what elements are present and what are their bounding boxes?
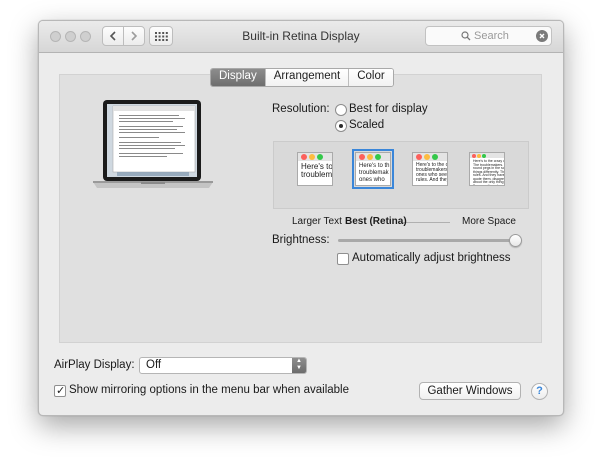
tab-arrangement[interactable]: Arrangement: [265, 69, 350, 86]
scale-option-best-retina[interactable]: Here's to th troublemak ones who: [352, 149, 394, 189]
forward-button[interactable]: [123, 26, 145, 46]
best-for-display-label: Best for display: [349, 103, 428, 115]
scale-option-larger-text[interactable]: Here's to troublem: [297, 152, 333, 186]
airplay-value: Off: [146, 359, 162, 371]
scale-option-more-space[interactable]: Here's to the crazy ones The troublemake…: [469, 152, 505, 186]
help-button[interactable]: ?: [531, 383, 548, 400]
chevron-left-icon: [109, 31, 116, 41]
radio-scaled[interactable]: [335, 120, 347, 132]
mirroring-label: Show mirroring options in the menu bar w…: [69, 384, 349, 396]
clear-search-button[interactable]: [536, 30, 548, 42]
auto-brightness-checkbox[interactable]: [337, 253, 349, 265]
window-title: Built-in Retina Display: [242, 29, 360, 43]
scale-divider: [402, 222, 450, 223]
search-placeholder: Search: [474, 30, 509, 42]
search-icon: [461, 31, 471, 41]
tab-display[interactable]: Display: [211, 69, 266, 86]
best-retina-label: Best (Retina): [345, 216, 407, 227]
clear-icon: [539, 33, 545, 39]
airplay-label: AirPlay Display:: [54, 359, 135, 371]
zoom-window-button[interactable]: [80, 31, 91, 42]
brightness-slider-knob[interactable]: [509, 234, 522, 247]
airplay-select[interactable]: Off ▲ ▼: [139, 357, 307, 374]
preferences-window: Built-in Retina Display Search Display A…: [38, 20, 564, 416]
mirroring-checkbox[interactable]: [54, 384, 66, 397]
gather-windows-button[interactable]: Gather Windows: [419, 382, 521, 400]
brightness-label: Brightness:: [272, 234, 330, 246]
scale-option-more-medium[interactable]: Here's to the c troublemakers ones who s…: [412, 152, 448, 186]
tab-color[interactable]: Color: [349, 69, 393, 86]
laptop-icon: [93, 100, 213, 188]
tab-bar: Display Arrangement Color: [210, 68, 394, 87]
show-all-button[interactable]: [149, 26, 173, 46]
radio-best-for-display[interactable]: [335, 104, 347, 116]
back-button[interactable]: [102, 26, 124, 46]
larger-text-label: Larger Text: [292, 216, 342, 227]
scaled-label: Scaled: [349, 119, 385, 131]
grid-icon: [154, 31, 168, 41]
title-bar: Built-in Retina Display Search: [39, 21, 563, 53]
auto-brightness-label: Automatically adjust brightness: [352, 252, 511, 264]
resolution-label: Resolution:: [272, 103, 330, 115]
scaled-options: Here's to troublem Here's to th troublem…: [273, 141, 529, 227]
chevron-right-icon: [131, 31, 138, 41]
close-window-button[interactable]: [50, 31, 61, 42]
search-field[interactable]: Search: [425, 26, 552, 46]
updown-arrows-icon: ▲ ▼: [292, 358, 306, 373]
minimize-window-button[interactable]: [65, 31, 76, 42]
brightness-slider-track[interactable]: [338, 239, 522, 242]
more-space-label: More Space: [462, 216, 516, 227]
